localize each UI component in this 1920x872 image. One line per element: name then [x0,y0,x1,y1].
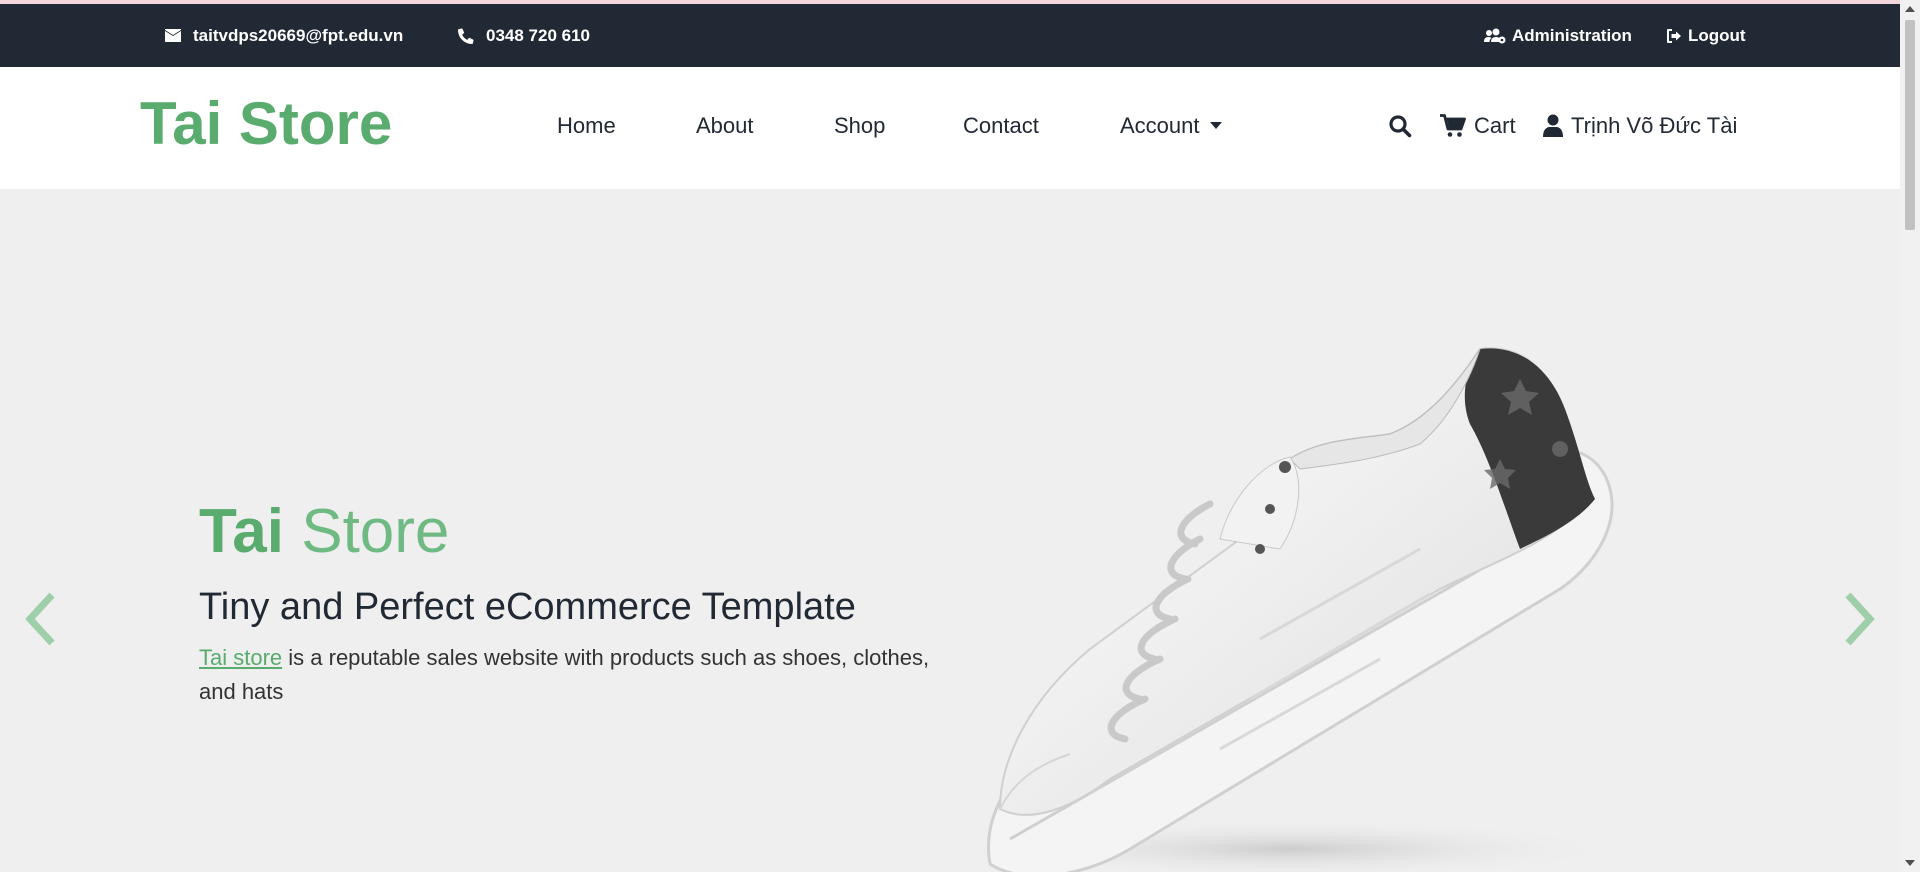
administration-label: Administration [1512,25,1632,45]
nav-home[interactable]: Home [557,113,616,139]
email-text: taitvdps20669@fpt.edu.vn [193,25,404,45]
scroll-up-icon[interactable] [1905,6,1915,12]
logout-link[interactable]: Logout [1666,4,1746,67]
main-navbar: Tai Store Home About Shop Contact Accoun… [0,67,1900,189]
hero-desc-link[interactable]: Tai store [199,645,282,670]
administration-link[interactable]: Administration [1484,4,1632,67]
brand-logo[interactable]: Tai Store [140,94,392,154]
user-name: Trịnh Võ Đức Tài [1571,113,1738,138]
hero-subtitle: Tiny and Perfect eCommerce Template [199,586,856,628]
user-account-link[interactable]: Trịnh Võ Đức Tài [1543,109,1737,143]
phone-contact[interactable]: 0348 720 610 [458,4,590,67]
search-icon [1389,115,1412,138]
sneaker-product-image [960,347,1620,872]
hero-title: Tai Store [199,501,449,563]
nav-account-label: Account [1120,113,1200,138]
hero-carousel: Tai Store Tiny and Perfect eCommerce Tem… [0,189,1900,872]
nav-shop[interactable]: Shop [834,113,885,139]
cart-icon [1440,114,1466,137]
nav-account-dropdown[interactable]: Account [1120,113,1222,139]
users-cog-icon [1484,28,1506,43]
top-info-bar: taitvdps20669@fpt.edu.vn 0348 720 610 Ad… [0,4,1900,67]
cart-link[interactable]: Cart [1440,109,1516,143]
cart-label: Cart [1474,113,1516,138]
page-scrollbar[interactable] [1900,0,1920,872]
sign-out-icon [1667,28,1681,43]
phone-text: 0348 720 610 [486,25,590,45]
scroll-thumb[interactable] [1905,20,1915,230]
envelope-icon [165,29,181,42]
caret-down-icon [1209,121,1222,129]
phone-icon [458,27,474,44]
hero-desc-text: is a reputable sales website with produc… [199,645,930,704]
hero-description: Tai store is a reputable sales website w… [199,641,959,709]
search-button[interactable] [1388,109,1412,143]
hero-title-light: Store [301,497,450,566]
hero-title-bold: Tai [199,497,284,566]
chevron-right-icon[interactable] [1840,589,1880,649]
user-icon [1543,114,1563,137]
nav-contact[interactable]: Contact [963,113,1039,139]
email-contact[interactable]: taitvdps20669@fpt.edu.vn [165,4,403,67]
logout-label: Logout [1688,25,1746,45]
chevron-left-icon[interactable] [20,589,60,649]
nav-about[interactable]: About [696,113,754,139]
scroll-down-icon[interactable] [1905,860,1915,866]
